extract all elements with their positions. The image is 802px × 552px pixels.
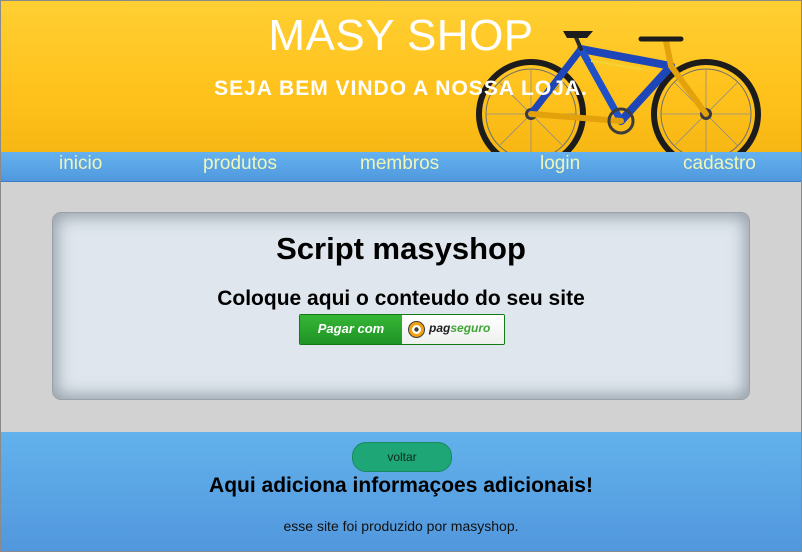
footer-title: Aqui adiciona informaçoes adicionais! <box>209 474 593 497</box>
content-subtitle: Coloque aqui o conteudo do seu site <box>217 287 585 310</box>
nav-link-cadastro[interactable]: cadastro <box>683 152 756 181</box>
content-title: Script masyshop <box>276 231 526 266</box>
site-header: MASY SHOP SEJA BEM VINDO A NOSSA LOJA. <box>1 1 801 152</box>
pagseguro-brand-suffix: seguro <box>450 321 491 335</box>
nav-link-produtos[interactable]: produtos <box>203 152 277 181</box>
main-nav: inicio produtos membros login cadastro <box>1 152 801 182</box>
page: MASY SHOP SEJA BEM VINDO A NOSSA LOJA. i… <box>0 0 802 552</box>
content-area: Script masyshop Coloque aqui o conteudo … <box>1 182 801 432</box>
pagseguro-emblem-icon <box>408 321 425 338</box>
pay-button-label: Pagar com <box>300 315 402 344</box>
pagseguro-pay-button[interactable]: Pagar com pagseguro <box>299 314 505 345</box>
welcome-subtitle: SEJA BEM VINDO A NOSSA LOJA. <box>214 77 588 100</box>
site-title: MASY SHOP <box>268 11 534 60</box>
pagseguro-brand-prefix: pag <box>429 321 451 335</box>
nav-link-login[interactable]: login <box>540 152 580 181</box>
footer-credit: esse site foi produzido por masyshop. <box>283 518 519 534</box>
pagseguro-logo: pagseguro <box>402 315 504 344</box>
nav-link-inicio[interactable]: inicio <box>59 152 102 181</box>
back-button[interactable]: voltar <box>352 442 452 472</box>
site-footer: voltar Aqui adiciona informaçoes adicion… <box>1 432 801 551</box>
content-box: Script masyshop Coloque aqui o conteudo … <box>52 212 750 400</box>
nav-link-membros[interactable]: membros <box>360 152 439 181</box>
